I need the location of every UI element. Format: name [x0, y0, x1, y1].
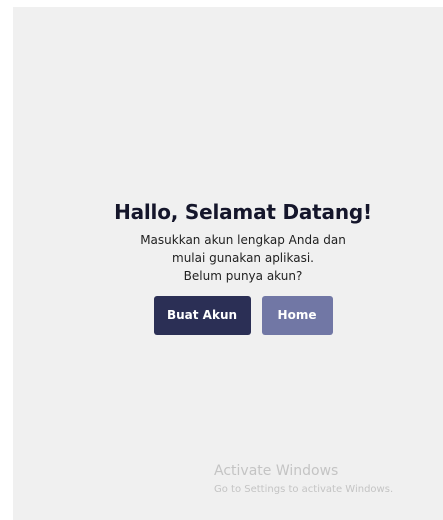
button-group: Buat Akun Home [13, 296, 443, 335]
activate-windows-watermark: Activate Windows Go to Settings to activ… [214, 462, 393, 498]
welcome-panel: Hallo, Selamat Datang! Masukkan akun len… [13, 7, 443, 520]
create-account-button[interactable]: Buat Akun [153, 296, 251, 335]
welcome-description: Masukkan akun lengkap Anda dan mulai gun… [13, 231, 443, 285]
watermark-title: Activate Windows [214, 463, 339, 479]
watermark-subtitle: Go to Settings to activate Windows. [214, 484, 394, 495]
description-line-2: mulai gunakan aplikasi. [172, 251, 314, 265]
welcome-content: Hallo, Selamat Datang! Masukkan akun len… [13, 199, 443, 335]
home-button[interactable]: Home [261, 296, 333, 335]
welcome-title: Hallo, Selamat Datang! [114, 200, 372, 224]
description-line-1: Masukkan akun lengkap Anda dan [140, 233, 346, 247]
description-line-3: Belum punya akun? [183, 269, 303, 283]
